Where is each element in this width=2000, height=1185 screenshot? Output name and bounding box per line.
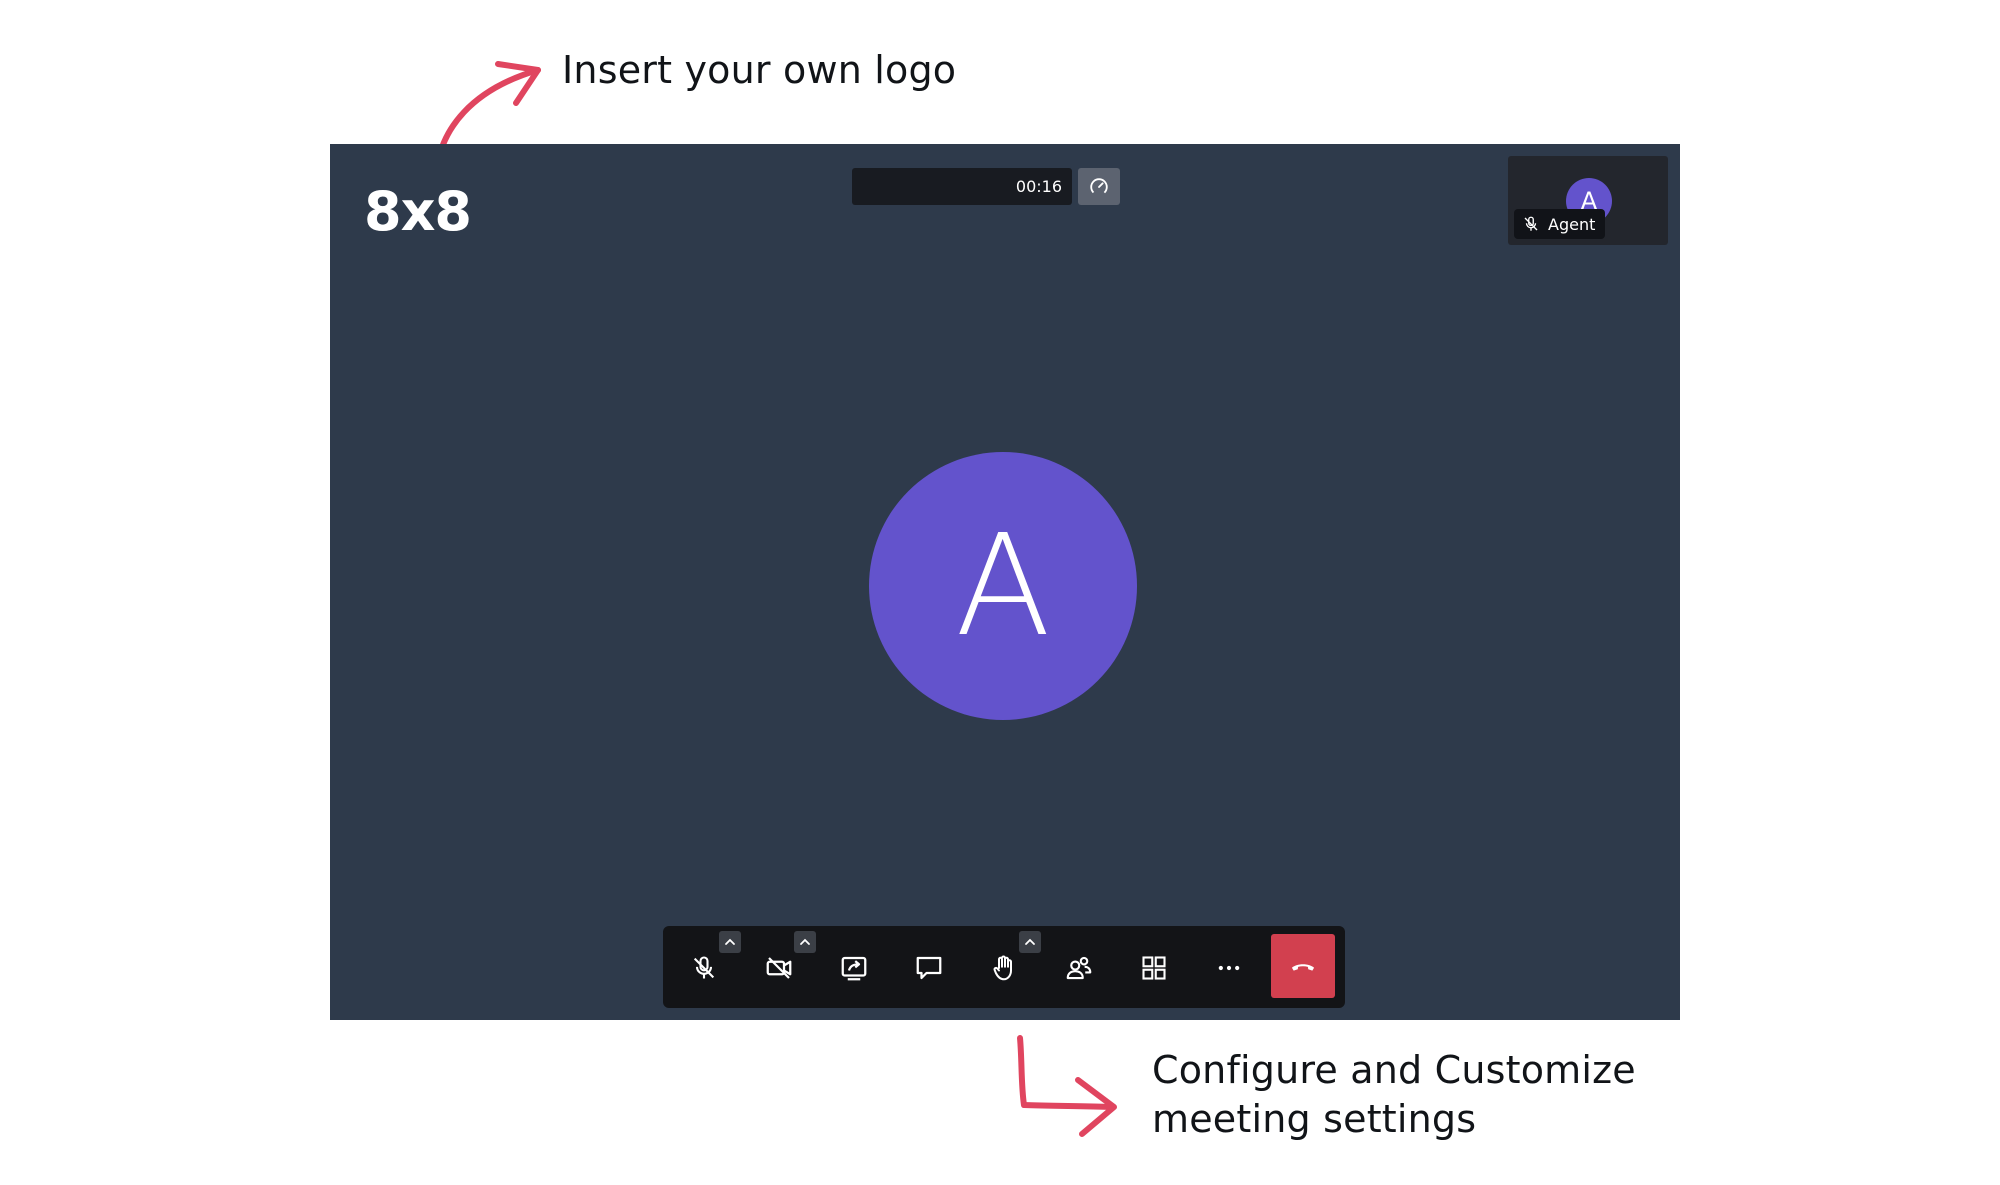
more-options-button[interactable]	[1198, 937, 1260, 999]
chat-icon	[916, 956, 942, 980]
tile-view-button[interactable]	[1123, 937, 1185, 999]
camera-off-icon	[766, 957, 792, 979]
mic-off-icon	[693, 956, 715, 979]
settings-annotation-text: Configure and Customize meeting settings	[1152, 1046, 1672, 1144]
chat-button[interactable]	[898, 937, 960, 999]
timer-bar: 00:16	[852, 168, 1072, 205]
brand-logo: 8x8	[364, 180, 472, 243]
page: Insert your own logo 8x8 00:16 A Agent A…	[0, 0, 2000, 1185]
participants-icon	[1066, 956, 1092, 980]
more-icon	[1218, 965, 1240, 971]
participant-thumbnail[interactable]: A Agent	[1508, 156, 1668, 245]
participants-button[interactable]	[1048, 937, 1110, 999]
hand-icon	[993, 955, 1012, 981]
participant-name: Agent	[1548, 214, 1596, 234]
timer-value: 00:16	[1015, 177, 1062, 196]
chevron-up-icon	[800, 938, 810, 945]
hang-up-button[interactable]	[1271, 934, 1335, 998]
share-screen-button[interactable]	[823, 937, 885, 999]
call-timer: 00:16	[852, 168, 1120, 205]
participant-name-tag: Agent	[1514, 209, 1606, 239]
settings-annotation-arrow	[1017, 1035, 1117, 1137]
gauge-icon	[1090, 177, 1108, 196]
settings-annotation-line-1: Configure and Customize	[1152, 1048, 1636, 1092]
chevron-up-icon	[725, 938, 735, 945]
grid-icon	[1142, 956, 1166, 980]
chevron-up-icon	[1025, 938, 1035, 945]
reactions-options-button[interactable]	[1019, 931, 1041, 953]
main-avatar: A	[869, 452, 1137, 720]
logo-annotation-text: Insert your own logo	[562, 48, 957, 92]
mic-off-icon	[1524, 216, 1538, 231]
settings-annotation-line-2: meeting settings	[1152, 1097, 1477, 1141]
screen-share-icon	[841, 956, 867, 981]
meeting-toolbar	[663, 926, 1345, 1008]
microphone-options-button[interactable]	[719, 931, 741, 953]
connection-quality-button[interactable]	[1078, 168, 1120, 205]
camera-options-button[interactable]	[794, 931, 816, 953]
meeting-stage: 8x8 00:16 A Agent A	[330, 144, 1680, 1020]
phone-hangup-icon	[1291, 964, 1315, 971]
